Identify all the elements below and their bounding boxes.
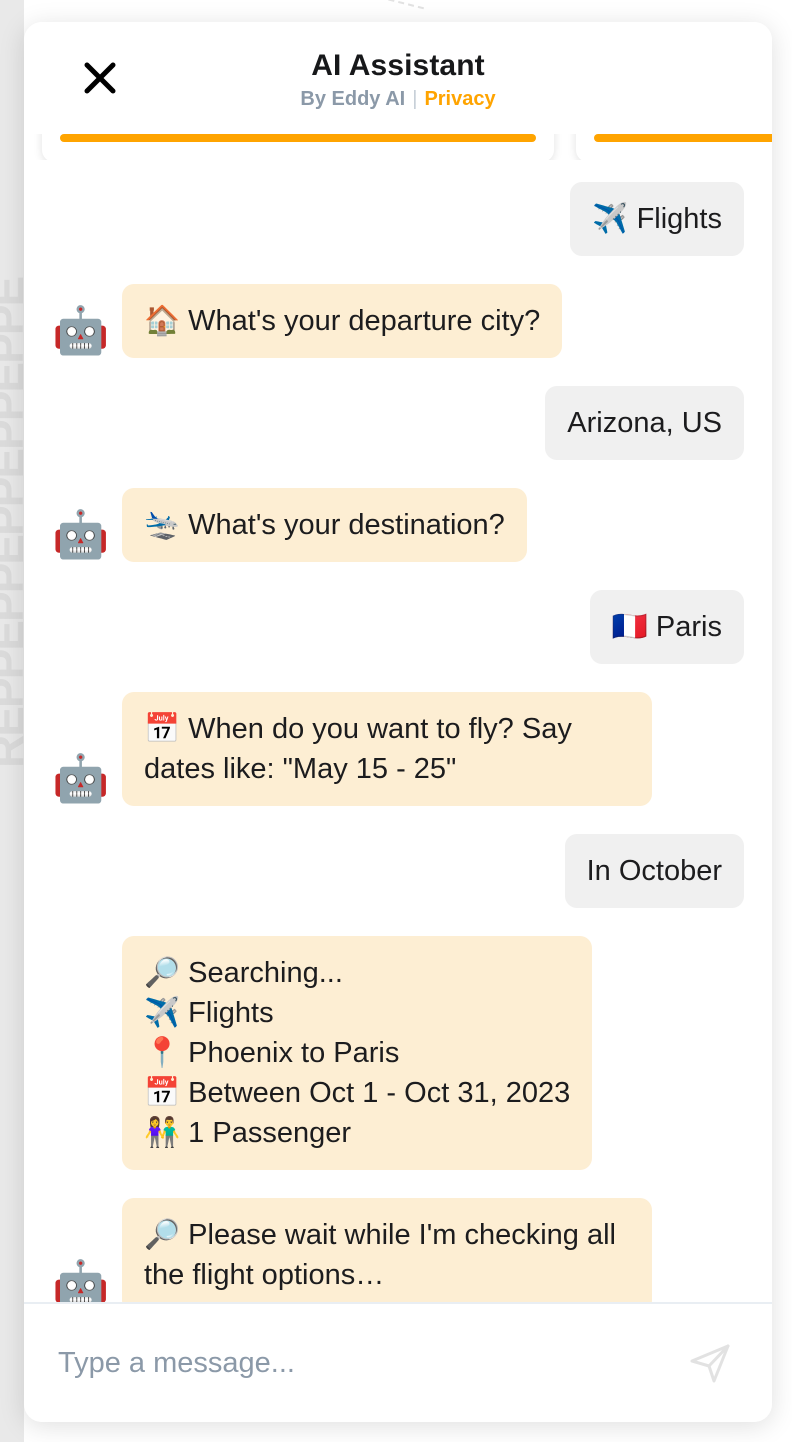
user-message-row: Arizona, US — [52, 386, 744, 461]
user-message-row: 🇫🇷 Paris — [52, 590, 744, 665]
result-card[interactable] — [42, 134, 554, 160]
chat-header: AI Assistant By Eddy AI | Privacy — [24, 22, 772, 134]
subtitle-divider: | — [412, 87, 418, 110]
send-icon[interactable] — [682, 1335, 738, 1391]
chat-input-bar — [24, 1302, 772, 1422]
bot-message-row: 🤖 🏠 What's your departure city? — [52, 284, 744, 359]
header-subtitle: By Eddy AI | Privacy — [300, 88, 495, 111]
bot-message-row: 🤖 📅 When do you want to fly? Say dates li… — [52, 692, 744, 807]
chat-message-list[interactable]: ✈️ Flights 🤖 🏠 What's your departure city?… — [24, 134, 772, 1302]
user-message-bubble: 🇫🇷 Paris — [589, 590, 744, 665]
result-card-strip — [24, 134, 772, 160]
bot-message-bubble: 🏠 What's your departure city? — [122, 284, 563, 359]
messages-container: ✈️ Flights 🤖 🏠 What's your departure city?… — [24, 160, 772, 1302]
chat-widget: AI Assistant By Eddy AI | Privacy ✈️ Fli… — [24, 22, 772, 1422]
bot-message-row: 🤖 🔎 Please wait while I'm checking all th… — [52, 1198, 744, 1302]
header-titles: AI Assistant By Eddy AI | Privacy — [300, 45, 495, 111]
card-accent-bar — [594, 134, 772, 142]
bot-avatar-icon — [52, 1116, 104, 1168]
privacy-link[interactable]: Privacy — [424, 88, 495, 111]
bot-message-row: 🤖 🛬 What's your destination? — [52, 488, 744, 563]
bot-avatar-icon: 🤖 — [52, 304, 110, 357]
user-message-row: In October — [52, 834, 744, 909]
user-message-bubble: In October — [564, 834, 744, 909]
bot-avatar-icon: 🤖 — [52, 752, 110, 805]
bot-message-bubble: 📅 When do you want to fly? Say dates lik… — [122, 692, 652, 807]
by-label: By Eddy AI — [300, 87, 406, 110]
bot-message-bubble: 🔎 Please wait while I'm checking all the… — [122, 1198, 652, 1302]
bot-message-bubble: 🛬 What's your destination? — [122, 488, 527, 563]
card-accent-bar — [60, 134, 536, 142]
close-icon[interactable] — [78, 56, 122, 100]
bot-avatar-icon: 🤖 — [52, 508, 110, 561]
bot-message-row: 🔎 Searching... ✈️ Flights 📍 Phoenix to P… — [52, 936, 744, 1171]
user-message-row: ✈️ Flights — [52, 182, 744, 257]
bot-message-bubble: 🔎 Searching... ✈️ Flights 📍 Phoenix to P… — [122, 936, 593, 1171]
message-input[interactable] — [58, 1346, 682, 1380]
user-message-bubble: Arizona, US — [545, 386, 744, 461]
user-message-bubble: ✈️ Flights — [570, 182, 744, 257]
result-card[interactable] — [576, 134, 772, 160]
bot-avatar-icon: 🤖 — [52, 1258, 110, 1302]
page-title: AI Assistant — [311, 49, 485, 83]
